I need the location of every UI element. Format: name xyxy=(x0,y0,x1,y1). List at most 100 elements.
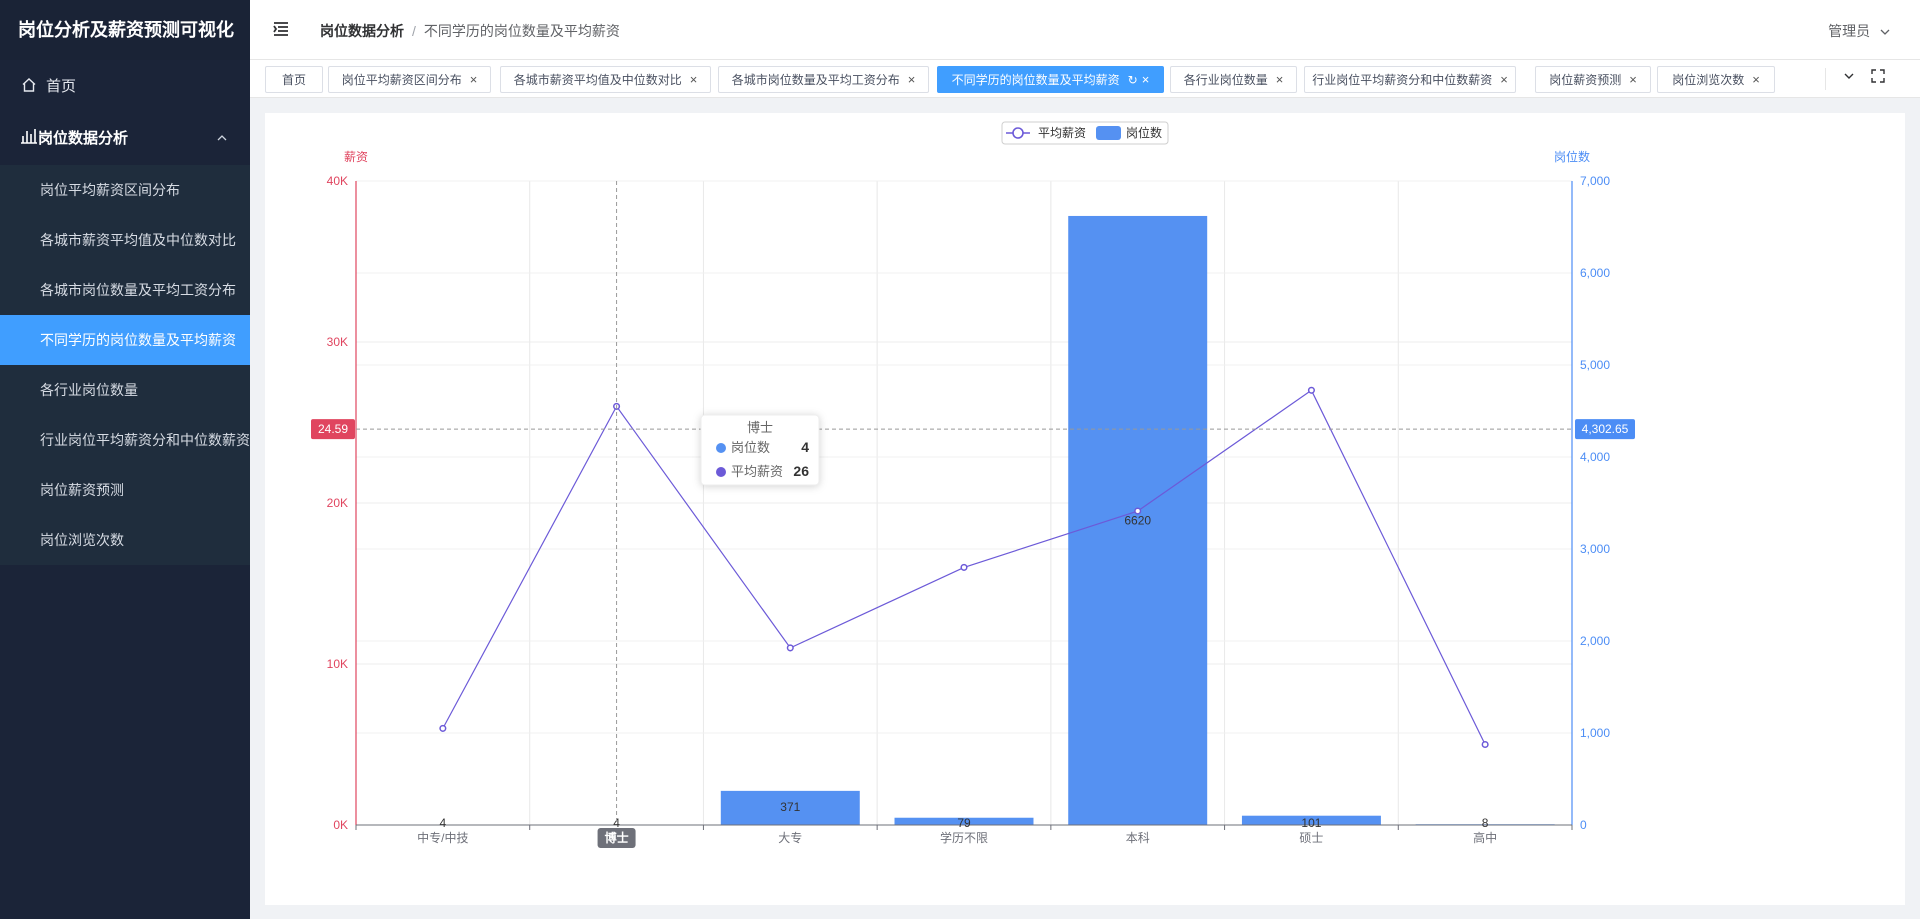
tag-label: 岗位浏览次数 xyxy=(1672,73,1745,87)
tag-label: 行业岗位平均薪资分和中位数薪资 xyxy=(1312,73,1493,87)
close-icon[interactable]: × xyxy=(1752,72,1760,87)
line-point-高中 xyxy=(1481,740,1489,749)
sidebar-item-industry-count[interactable]: 各行业岗位数量 xyxy=(0,365,250,415)
legend-label-bar: 岗位数 xyxy=(1126,125,1162,140)
sidebar-item-salary-predict[interactable]: 岗位薪资预测 xyxy=(0,465,250,515)
y-left-tick-label: 0K xyxy=(333,818,348,832)
tag-city-salary-compare[interactable]: 各城市薪资平均值及中位数对比 × xyxy=(500,66,711,93)
x-tick-label-中专/中技: 中专/中技 xyxy=(417,830,468,845)
legend-bar-swatch xyxy=(1096,126,1121,140)
y-right-tick-label: 2,000 xyxy=(1580,634,1610,648)
close-icon[interactable]: × xyxy=(1276,72,1284,87)
x-tick-label-硕士: 硕士 xyxy=(1299,831,1323,845)
tag-label: 首页 xyxy=(281,73,306,87)
fullscreen-icon[interactable] xyxy=(1871,69,1885,88)
x-tick-label-大专: 大专 xyxy=(778,830,802,845)
y-left-tick-label: 30K xyxy=(327,335,348,349)
sidebar-group-label: 岗位数据分析 xyxy=(38,130,129,147)
top-header: 岗位数据分析 / 不同学历的岗位数量及平均薪资 管理员 xyxy=(250,0,1920,60)
tag-label: 各城市岗位数量及平均工资分布 xyxy=(731,73,900,87)
bar-value-label: 79 xyxy=(957,816,971,830)
y-right-tick-label: 3,000 xyxy=(1580,542,1610,556)
tooltip-row-name: 岗位数 xyxy=(731,440,770,455)
crosshair-left-label: 24.59 xyxy=(318,422,348,436)
x-tick-label-博士: 博士 xyxy=(605,830,629,845)
tag-salary-range[interactable]: 岗位平均薪资区间分布 × xyxy=(328,66,491,93)
breadcrumb-parent[interactable]: 岗位数据分析 xyxy=(320,23,404,39)
tag-label: 各行业岗位数量 xyxy=(1183,73,1268,87)
legend-line-marker xyxy=(1012,127,1024,139)
y-right-tick-label: 0 xyxy=(1580,818,1587,832)
crosshair-right-label: 4,302.65 xyxy=(1582,422,1629,436)
close-icon[interactable]: × xyxy=(470,72,478,87)
bar-value-label: 4 xyxy=(440,816,447,830)
chevron-up-icon xyxy=(216,131,228,148)
close-icon[interactable]: × xyxy=(690,72,698,87)
tooltip-title: 博士 xyxy=(747,420,773,435)
x-tick-label-本科: 本科 xyxy=(1126,831,1150,845)
y-right-tick-label: 7,000 xyxy=(1580,174,1610,188)
tag-label: 岗位平均薪资区间分布 xyxy=(341,73,462,87)
bar-value-label: 8 xyxy=(1482,816,1489,830)
bar-value-label: 371 xyxy=(780,800,800,814)
tags-view: 首页 岗位平均薪资区间分布 × 各城市薪资平均值及中位数对比 × 各城市岗位数量及平… xyxy=(250,60,1920,98)
bar-chart-icon xyxy=(20,128,38,148)
chart-panel: 0K 10K 20K 30K 40K 0 1,000 2,000 3,000 4,000 5,000… xyxy=(265,113,1905,905)
y-right-tick-label: 5,000 xyxy=(1580,358,1610,372)
tag-label: 不同学历的岗位数量及平均薪资 xyxy=(951,73,1120,87)
tag-industry-count[interactable]: 各行业岗位数量 × xyxy=(1170,66,1297,93)
line-point-硕士 xyxy=(1307,386,1315,394)
close-icon[interactable]: × xyxy=(1629,72,1637,87)
user-name: 管理员 xyxy=(1828,23,1871,39)
y-left-tick-label: 20K xyxy=(327,496,348,510)
tooltip-dot xyxy=(716,467,726,477)
breadcrumb-current: 不同学历的岗位数量及平均薪资 xyxy=(423,23,620,39)
user-menu[interactable]: 管理员 xyxy=(1828,21,1890,41)
line-point-大专 xyxy=(786,644,794,652)
breadcrumb: 岗位数据分析 / 不同学历的岗位数量及平均薪资 xyxy=(320,21,620,41)
sidebar-item-city-salary-compare[interactable]: 各城市薪资平均值及中位数对比 xyxy=(0,215,250,265)
close-icon[interactable]: × xyxy=(1500,72,1508,87)
tag-education[interactable]: 不同学历的岗位数量及平均薪资 ↻ × xyxy=(937,66,1164,93)
y-right-tick-label: 4,000 xyxy=(1580,450,1610,464)
x-tick-label-学历不限: 学历不限 xyxy=(940,830,988,845)
sidebar-item-city-job-count[interactable]: 各城市岗位数量及平均工资分布 xyxy=(0,265,250,315)
refresh-icon[interactable]: ↻ xyxy=(1128,73,1138,87)
close-icon[interactable]: × xyxy=(1142,72,1150,87)
sidebar-item-home-label: 首页 xyxy=(46,77,77,95)
y-left-axis-title: 薪资 xyxy=(344,150,368,164)
menu-toggle-icon[interactable] xyxy=(272,20,290,43)
tag-city-job-count[interactable]: 各城市岗位数量及平均工资分布 × xyxy=(718,66,929,93)
app-title: 岗位分析及薪资预测可视化 xyxy=(0,0,250,60)
tooltip-row-value: 4 xyxy=(801,439,809,455)
x-tick-label-高中: 高中 xyxy=(1473,830,1497,845)
sidebar-item-home[interactable]: 首页 xyxy=(0,60,250,110)
tooltip-row-value: 26 xyxy=(793,463,809,479)
line-point-学历不限 xyxy=(960,563,968,571)
close-icon[interactable]: × xyxy=(908,72,916,87)
bar-value-label: 101 xyxy=(1301,816,1321,830)
sidebar-item-views[interactable]: 岗位浏览次数 xyxy=(0,515,250,565)
chevron-down-icon[interactable] xyxy=(1842,69,1856,88)
y-right-tick-label: 6,000 xyxy=(1580,266,1610,280)
sidebar-item-education[interactable]: 不同学历的岗位数量及平均薪资 xyxy=(0,315,250,365)
tag-home[interactable]: 首页 xyxy=(265,66,323,93)
y-left-tick-label: 10K xyxy=(327,657,348,671)
chevron-down-icon xyxy=(1880,23,1890,39)
sidebar-group-job-analysis[interactable]: 岗位数据分析 xyxy=(0,110,250,165)
tooltip-row-name: 平均薪资 xyxy=(731,464,783,479)
tag-industry-salary[interactable]: 行业岗位平均薪资分和中位数薪资 × xyxy=(1304,66,1516,93)
sidebar-item-salary-range[interactable]: 岗位平均薪资区间分布 xyxy=(0,165,250,215)
tag-salary-predict[interactable]: 岗位薪资预测 × xyxy=(1535,66,1651,93)
sidebar-submenu: 岗位平均薪资区间分布 各城市薪资平均值及中位数对比 各城市岗位数量及平均工资分布… xyxy=(0,165,250,565)
tag-label: 各城市薪资平均值及中位数对比 xyxy=(513,73,682,87)
tag-views[interactable]: 岗位浏览次数 × xyxy=(1657,66,1775,93)
line-point-本科 xyxy=(1134,507,1142,515)
line-point-中专/中技 xyxy=(439,724,447,732)
education-chart[interactable]: 0K 10K 20K 30K 40K 0 1,000 2,000 3,000 4,000 5,000… xyxy=(265,113,1905,905)
y-left-tick-label: 40K xyxy=(327,174,348,188)
y-right-axis-title: 岗位数 xyxy=(1554,149,1590,164)
sidebar-item-industry-salary[interactable]: 行业岗位平均薪资分和中位数薪资 xyxy=(0,415,250,465)
sidebar: 岗位分析及薪资预测可视化 首页 岗位数据分析 岗位平均薪资区间分布 各城市薪资平… xyxy=(0,0,250,919)
y-right-tick-label: 1,000 xyxy=(1580,726,1610,740)
